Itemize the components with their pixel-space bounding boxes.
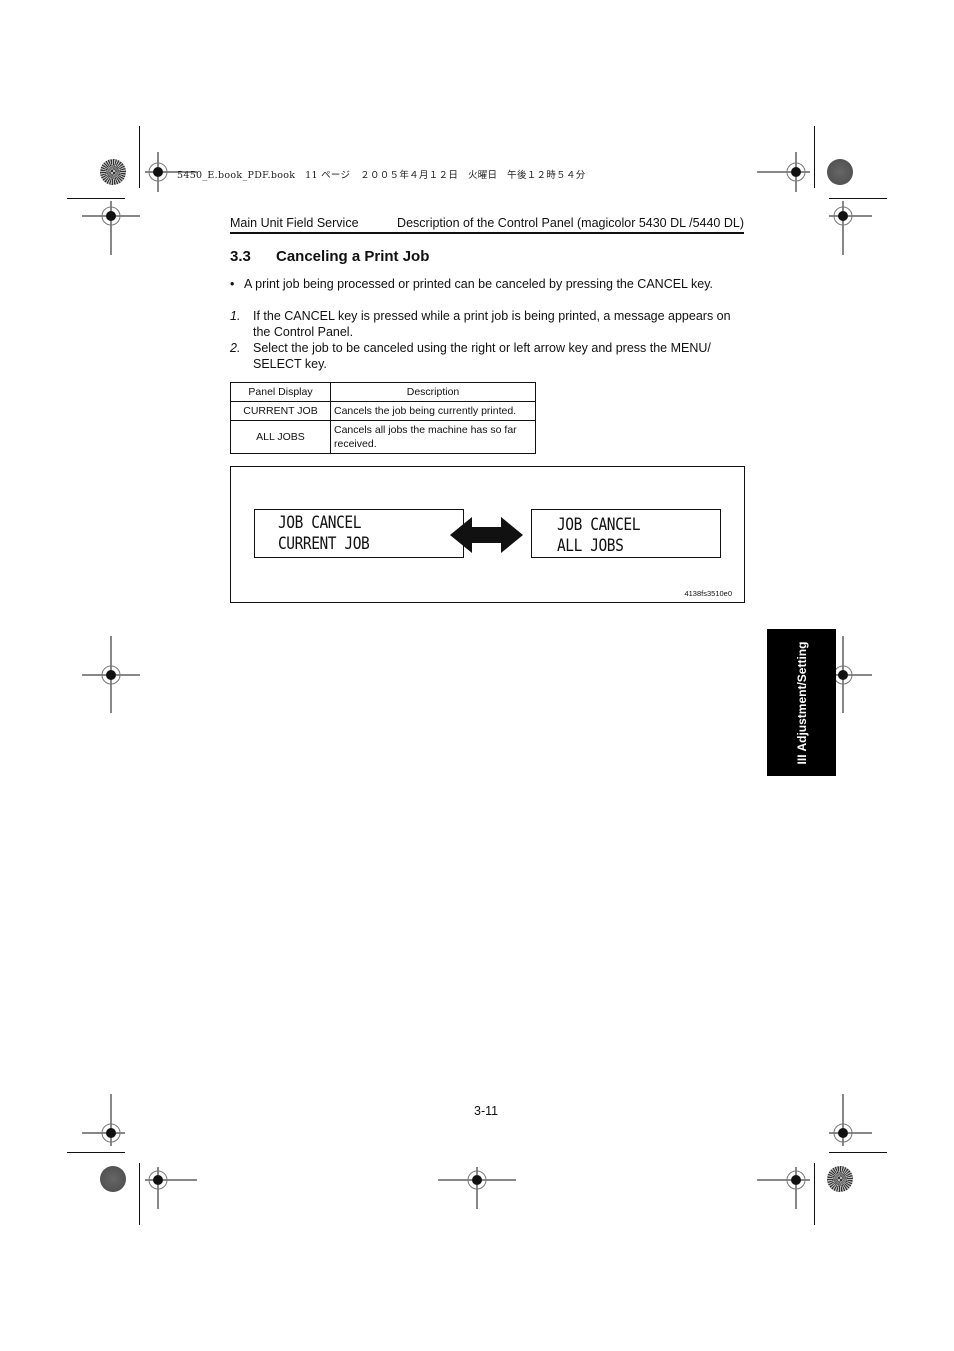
table-cell: Cancels all jobs the machine has so far … — [330, 420, 536, 454]
step-number: 2. — [230, 341, 241, 355]
step-item: 1. If the CANCEL key is pressed while a … — [230, 308, 750, 340]
step-text: If the CANCEL key is pressed while a pri… — [253, 309, 731, 339]
lcd-line: ALL JOBS — [557, 536, 624, 555]
section-heading: 3.3 Canceling a Print Job — [230, 248, 429, 265]
bullet-text: A print job being processed or printed c… — [244, 277, 714, 291]
panel-display-figure: JOB CANCEL CURRENT JOB JOB CANCEL ALL JO… — [230, 466, 745, 603]
running-header: Main Unit Field Service Description of t… — [230, 216, 744, 234]
table-header-cell: Description — [330, 382, 536, 402]
chapter-side-tab: III Adjustment/Setting — [767, 629, 836, 776]
lcd-display-current-job: JOB CANCEL CURRENT JOB — [254, 509, 464, 558]
double-arrow-icon — [450, 517, 523, 553]
table-header-row: Panel Display Description — [230, 382, 536, 402]
lcd-line: JOB CANCEL — [557, 515, 641, 534]
step-text: Select the job to be canceled using the … — [253, 341, 711, 371]
figure-id: 4138fs3510e0 — [684, 589, 732, 598]
table-cell: Cancels the job being currently printed. — [330, 401, 536, 421]
table-row: CURRENT JOB Cancels the job being curren… — [230, 401, 536, 421]
table-header-cell: Panel Display — [230, 382, 331, 402]
running-header-right: Description of the Control Panel (magico… — [397, 216, 744, 230]
running-header-left: Main Unit Field Service — [230, 216, 359, 230]
section-title: Canceling a Print Job — [276, 248, 430, 265]
bullet-marker: • — [230, 277, 235, 291]
panel-display-table: Panel Display Description CURRENT JOB Ca… — [230, 382, 536, 454]
print-file-info: 5450_E.book_PDF.book 11 ページ ２００５年４月１２日 火… — [177, 170, 586, 181]
page-number: 3-11 — [474, 1104, 499, 1118]
chapter-side-tab-label: III Adjustment/Setting — [794, 641, 809, 764]
step-item: 2. Select the job to be canceled using t… — [230, 340, 730, 372]
bullet-paragraph: • A print job being processed or printed … — [230, 276, 750, 292]
table-row: ALL JOBS Cancels all jobs the machine ha… — [230, 420, 536, 454]
section-number: 3.3 — [230, 248, 251, 265]
lcd-line: CURRENT JOB — [278, 534, 370, 553]
table-cell: ALL JOBS — [230, 420, 331, 454]
step-number: 1. — [230, 309, 241, 323]
lcd-line: JOB CANCEL — [278, 513, 362, 532]
table-cell: CURRENT JOB — [230, 401, 331, 421]
lcd-display-all-jobs: JOB CANCEL ALL JOBS — [531, 509, 721, 558]
